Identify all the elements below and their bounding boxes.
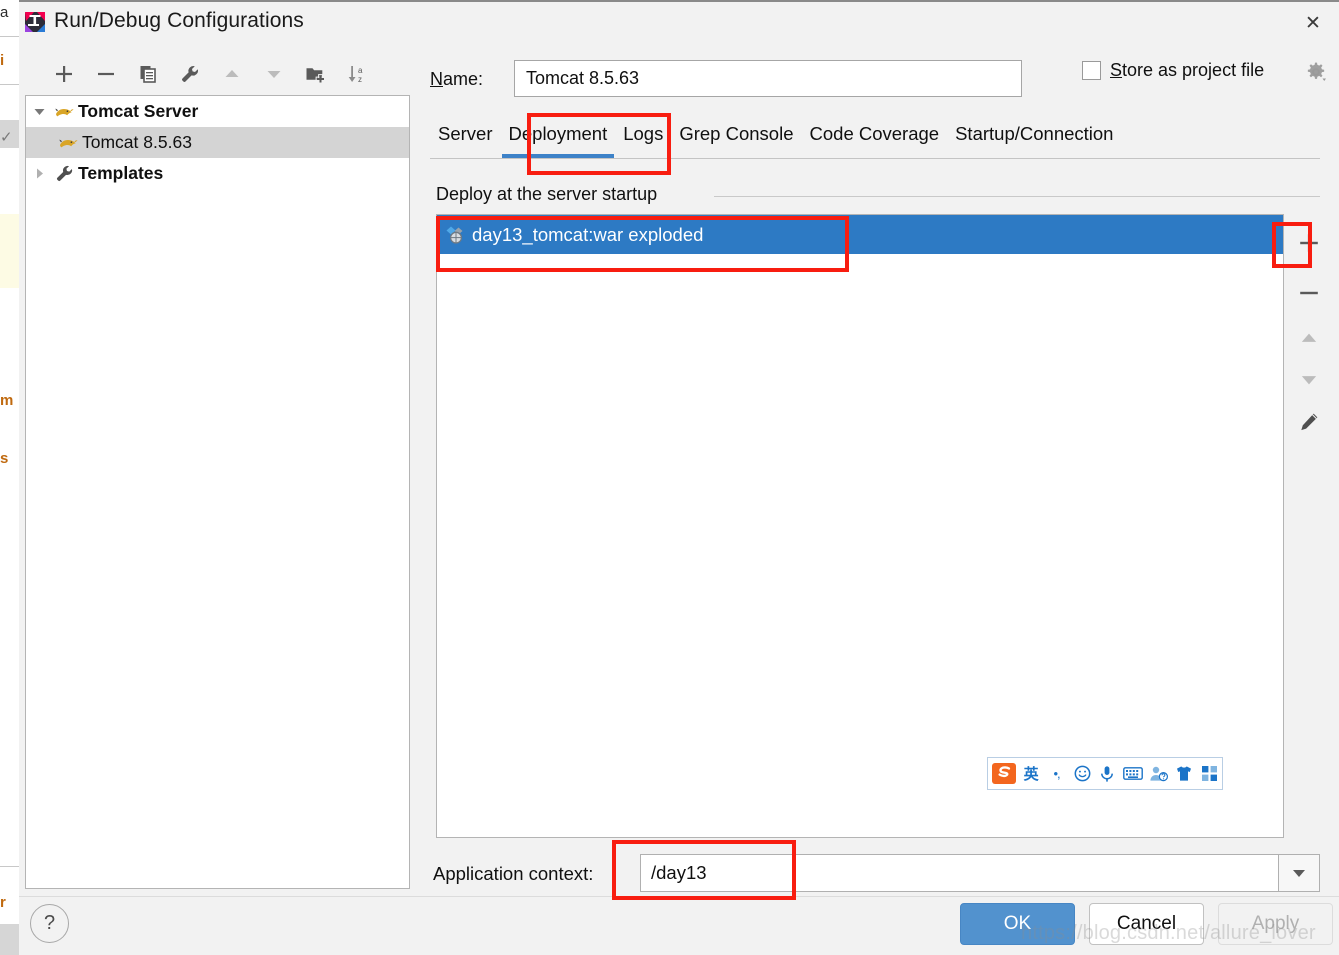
move-artifact-up-button [1287,317,1331,359]
cancel-button[interactable]: Cancel [1089,903,1204,945]
add-artifact-button[interactable] [1287,222,1331,264]
tomcat-icon [56,135,80,151]
application-context-input[interactable] [640,854,1278,892]
ime-skin-icon[interactable] [1171,758,1196,789]
copy-icon[interactable] [131,55,165,93]
remove-configuration-button[interactable] [89,55,123,93]
wrench-icon[interactable] [173,55,207,93]
tab-deployment[interactable]: Deployment [501,121,616,158]
list-item-label: day13_tomcat:war exploded [472,223,704,245]
tab-startup-connection[interactable]: Startup/Connection [947,121,1121,145]
chevron-right-icon[interactable] [26,167,52,180]
dialog-titlebar: Run/Debug Configurations ✕ [19,2,1339,46]
artifact-actions-toolbar [1287,214,1331,474]
name-label-mnemonic: N [430,69,443,89]
artifact-icon [445,225,472,245]
name-label-rest: ame: [443,69,484,89]
deploy-group-rule [714,196,1320,197]
tree-node-label: Tomcat Server [78,101,199,121]
tab-code-coverage[interactable]: Code Coverage [802,121,948,145]
ok-button[interactable]: OK [960,903,1075,945]
bg-text-fragment: ✓ [0,129,13,146]
tomcat-icon [52,104,76,120]
folder-add-icon[interactable] [299,55,333,93]
ime-voice-input-icon[interactable] [1095,758,1120,789]
arrow-down-icon [257,55,291,93]
intellij-idea-icon [24,11,46,33]
tree-node-tomcat-server[interactable]: Tomcat Server [26,96,409,127]
background-ide-window: a i ✓ m s r [0,0,20,955]
dialog-title: Run/Debug Configurations [54,9,304,32]
bg-text-fragment: s [0,450,9,467]
tree-node-tomcat-8-5-63[interactable]: Tomcat 8.5.63 [26,127,409,158]
tabs-separator [430,158,1320,159]
deployment-artifact-list[interactable]: day13_tomcat:war exploded [436,214,1284,838]
tree-node-label: Tomcat 8.5.63 [82,132,192,152]
bg-text-fragment: r [0,894,6,911]
ime-user-icon[interactable] [1146,758,1171,789]
ime-mode-english[interactable]: 英 [1018,758,1043,789]
move-artifact-down-button [1287,359,1331,401]
tab-server[interactable]: Server [430,121,501,145]
close-icon[interactable]: ✕ [1295,7,1331,39]
store-as-project-file-checkbox[interactable]: Store as project file [1082,60,1264,81]
sogou-logo-icon[interactable] [989,758,1018,789]
run-debug-configurations-dialog: Run/Debug Configurations ✕ a z Tomcat Se… [19,0,1339,955]
sogou-ime-toolbar[interactable]: 英 •, [987,757,1223,790]
store-as-project-file-label: Store as project file [1110,60,1264,81]
name-input[interactable] [514,60,1022,97]
name-label: Name: [430,69,483,90]
store-label-mnemonic: S [1110,60,1123,80]
svg-text:z: z [358,75,362,84]
list-item[interactable]: day13_tomcat:war exploded [437,215,1283,254]
sort-az-icon[interactable]: a z [341,55,375,93]
chevron-down-icon [1293,870,1305,877]
configurations-toolbar: a z [25,55,425,95]
ime-punctuation-icon[interactable]: •, [1044,758,1069,789]
store-label-rest: tore as project file [1122,60,1265,80]
application-context-dropdown[interactable] [1278,854,1320,892]
application-context-label: Application context: [433,863,594,884]
wrench-icon [52,164,76,183]
bg-text-fragment: a [0,4,9,21]
bg-text-fragment: i [0,52,5,69]
svg-text:a: a [358,66,363,75]
help-button[interactable]: ? [30,904,69,943]
tab-logs[interactable]: Logs [615,121,671,145]
ime-apps-icon[interactable] [1197,758,1222,789]
settings-tabs: Server Deployment Logs Grep Console Code… [430,121,1320,158]
footer-separator [19,896,1339,897]
bg-text-fragment: m [0,392,14,409]
add-configuration-button[interactable] [47,55,81,93]
tree-node-label: Templates [78,163,164,183]
pencil-icon[interactable] [1287,401,1331,443]
arrow-up-icon [215,55,249,93]
gear-icon[interactable] [1304,60,1328,84]
tab-grep-console[interactable]: Grep Console [671,121,801,145]
checkbox-box[interactable] [1082,61,1101,80]
ime-emoji-icon[interactable] [1069,758,1094,789]
remove-artifact-button[interactable] [1287,272,1331,314]
tree-node-templates[interactable]: Templates [26,158,409,189]
ime-soft-keyboard-icon[interactable] [1120,758,1145,789]
apply-button: Apply [1218,903,1333,945]
deploy-group-caption: Deploy at the server startup [436,184,666,205]
chevron-down-icon[interactable] [26,105,52,118]
configurations-tree[interactable]: Tomcat Server Tomcat 8.5.63 Templates [25,95,410,889]
